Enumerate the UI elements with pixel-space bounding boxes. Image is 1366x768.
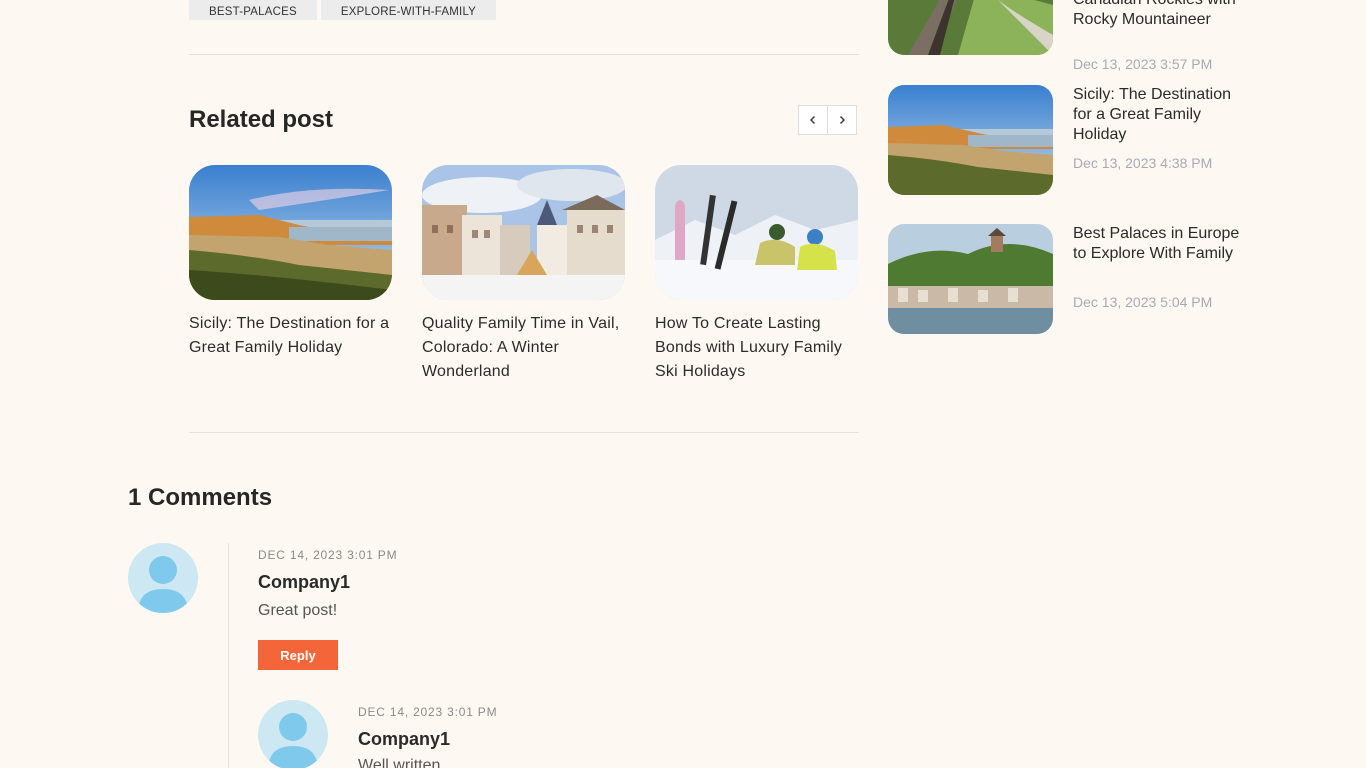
related-card[interactable]: Sicily: The Destination for a Great Fami… (189, 165, 392, 360)
comment-text: Great post! (258, 602, 338, 619)
related-post-title[interactable]: How To Create Lasting Bonds with Luxury … (655, 312, 858, 384)
divider (189, 54, 859, 55)
comment-date: DEC 14, 2023 3:01 PM (258, 548, 398, 562)
carousel-prev-button[interactable] (798, 105, 828, 135)
comments-heading: 1 Comments (128, 484, 273, 511)
sidebar-post-date: Dec 13, 2023 4:38 PM (1073, 155, 1213, 171)
sidebar-thumbnail[interactable] (888, 0, 1053, 55)
divider (189, 432, 859, 433)
related-card[interactable]: How To Create Lasting Bonds with Luxury … (655, 165, 858, 384)
post-tags: BEST-PALACES EXPLORE-WITH-FAMILY (189, 0, 497, 20)
avatar (128, 543, 198, 613)
sidebar-post-title[interactable]: Sicily: The Destination for a Great Fami… (1073, 85, 1243, 145)
reply-button[interactable]: Reply (258, 640, 338, 670)
related-thumbnail[interactable] (422, 165, 625, 300)
related-thumbnail[interactable] (189, 165, 392, 300)
related-post-title[interactable]: Sicily: The Destination for a Great Fami… (189, 312, 392, 360)
chevron-right-icon (840, 116, 845, 124)
related-post-heading: Related post (189, 106, 334, 133)
user-avatar-icon (138, 556, 188, 613)
user-avatar-icon (268, 713, 318, 768)
comment-text: Well written (358, 757, 441, 768)
carousel-next-button[interactable] (827, 105, 857, 135)
comment-author: Company1 (258, 572, 351, 592)
sidebar-thumbnail[interactable] (888, 224, 1053, 334)
avatar (258, 700, 328, 768)
sidebar-post-title[interactable]: Best Palaces in Europe to Explore With F… (1073, 224, 1243, 264)
sidebar-post-date: Dec 13, 2023 5:04 PM (1073, 294, 1213, 310)
sidebar-thumbnail[interactable] (888, 85, 1053, 195)
sidebar-post-date: Dec 13, 2023 3:57 PM (1073, 56, 1213, 72)
chevron-left-icon (810, 116, 815, 124)
sidebar-post-title[interactable]: Canadian Rockies with Rocky Mountaineer (1073, 0, 1243, 30)
tag-explore-with-family[interactable]: EXPLORE-WITH-FAMILY (320, 0, 497, 20)
related-card[interactable]: Quality Family Time in Vail, Colorado: A… (422, 165, 625, 384)
related-post-title[interactable]: Quality Family Time in Vail, Colorado: A… (422, 312, 625, 384)
comment-author: Company1 (358, 729, 451, 749)
related-thumbnail[interactable] (655, 165, 858, 300)
comment-thread-line (228, 543, 229, 768)
comment-date: DEC 14, 2023 3:01 PM (358, 705, 498, 719)
tag-best-palaces[interactable]: BEST-PALACES (189, 0, 317, 20)
carousel-nav (798, 105, 857, 135)
